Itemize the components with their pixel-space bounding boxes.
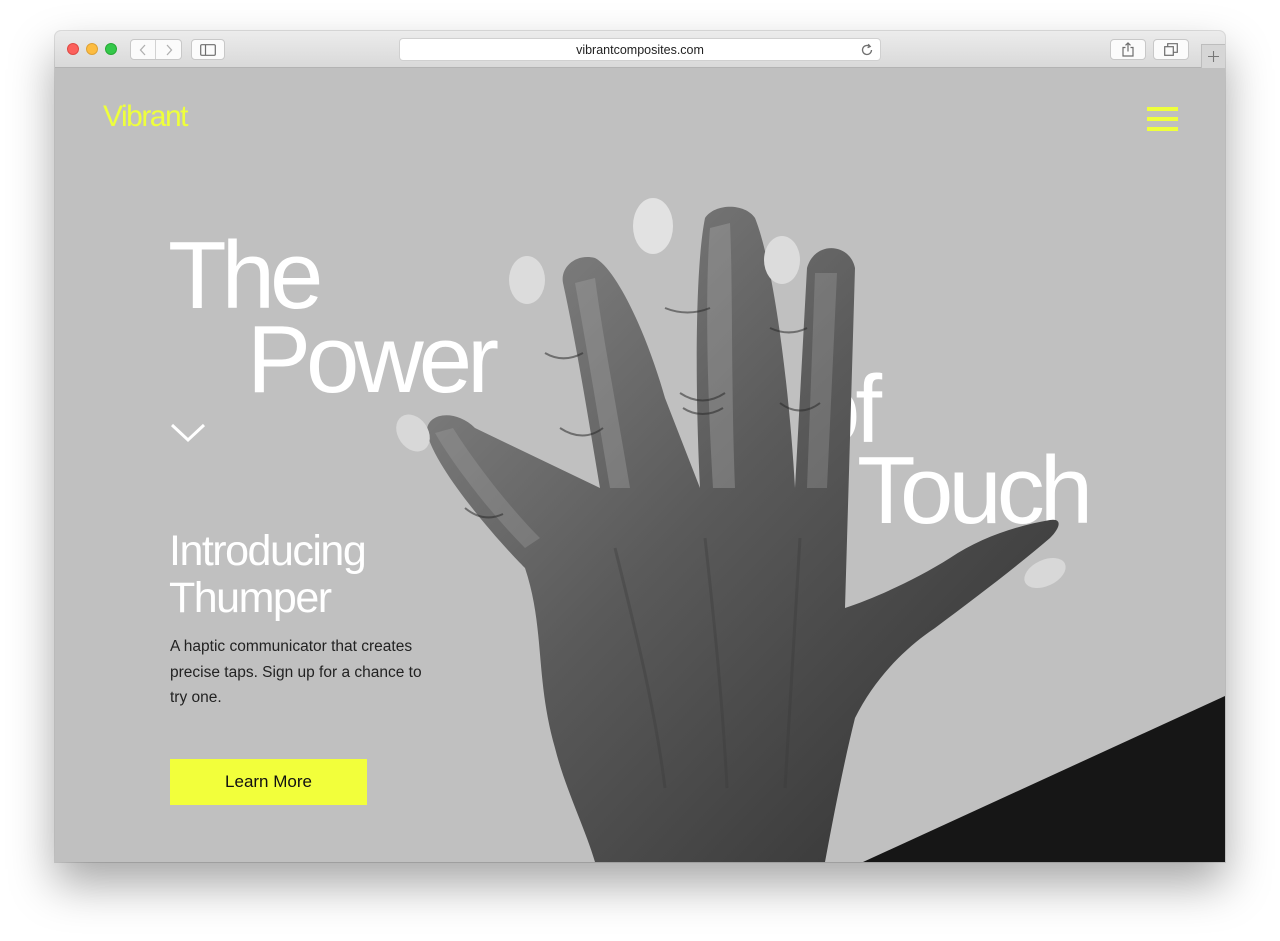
show-tabs-button[interactable] — [1153, 39, 1189, 60]
hand-image — [396, 198, 1066, 862]
browser-toolbar: vibrantcomposites.com — [55, 31, 1225, 68]
forward-button[interactable] — [156, 40, 181, 59]
share-button[interactable] — [1110, 39, 1146, 60]
back-button[interactable] — [131, 40, 157, 59]
intro-title: Introducing Thumper — [169, 527, 367, 622]
browser-window: vibrantcomposites.com The Power of Touch — [55, 31, 1225, 862]
nav-buttons — [130, 39, 182, 60]
hero-section: The Power of Touch — [55, 68, 1225, 862]
back-icon — [139, 44, 146, 55]
menu-icon[interactable] — [1147, 107, 1178, 131]
minimize-window-button[interactable] — [86, 43, 98, 55]
new-tab-button[interactable] — [1201, 44, 1225, 68]
reload-icon[interactable] — [860, 43, 874, 57]
site-logo[interactable]: Vibrant — [103, 100, 189, 134]
plus-icon — [1208, 51, 1219, 62]
address-bar[interactable]: vibrantcomposites.com — [399, 38, 881, 61]
forward-icon — [166, 44, 172, 55]
zoom-window-button[interactable] — [105, 43, 117, 55]
tabs-icon — [1164, 43, 1178, 56]
chevron-down-icon[interactable] — [170, 422, 206, 444]
close-window-button[interactable] — [67, 43, 79, 55]
product-description: A haptic communicator that creates preci… — [170, 638, 422, 706]
url-text: vibrantcomposites.com — [576, 42, 704, 57]
share-icon — [1122, 42, 1134, 57]
learn-more-button[interactable]: Learn More — [170, 759, 367, 805]
sidebar-icon — [200, 43, 216, 56]
sidebar-button[interactable] — [191, 39, 225, 60]
